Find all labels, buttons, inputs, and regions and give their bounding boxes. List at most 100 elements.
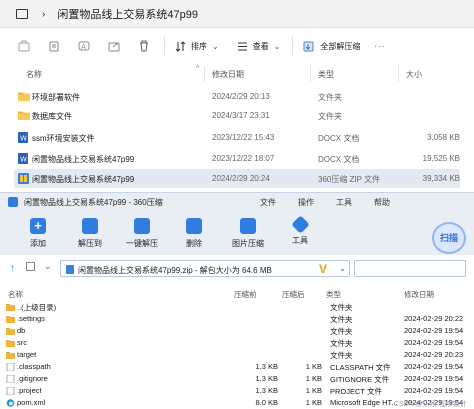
file-modified: 2024/2/29 20:24 (212, 174, 270, 183)
zip-toolbar: + 添加 解压到 一键解压 删除 图片压缩 工具 扫描 (0, 210, 474, 255)
column-type[interactable]: 类型 (326, 289, 341, 300)
entry-name: target (17, 350, 37, 359)
folder-icon (6, 340, 15, 347)
explorer-title: 闲置物品线上交易系统47p99 (57, 9, 198, 21)
zip-search-input[interactable] (354, 260, 466, 277)
dropdown-icon[interactable]: ⌄ (44, 261, 52, 272)
file-row[interactable]: W 闲置物品线上交易系统47p99 2023/12/22 18:07 DOCX … (14, 149, 460, 168)
sort-caret-icon: ^ (196, 65, 200, 72)
add-button[interactable]: + 添加 (14, 218, 62, 249)
column-name[interactable]: 名称 (26, 69, 42, 80)
file-type: DOCX 文档 (318, 134, 360, 143)
folder-up-icon (6, 304, 15, 311)
chevron-down-icon[interactable]: ⌄ (339, 264, 346, 273)
up-arrow-icon[interactable]: ↑ (10, 263, 15, 274)
tools-button[interactable]: 工具 (276, 215, 324, 246)
app-logo-icon (8, 197, 18, 207)
file-type: 文件夹 (318, 93, 342, 102)
zip-title-bar: 闲置物品线上交易系统47p99 - 360压缩 文件 操作 工具 帮助 (0, 193, 474, 210)
archive-row[interactable]: .project 1.3 KB 1 KB PROJECT 文件 2024-02-… (4, 385, 470, 397)
column-modified[interactable]: 修改日期 (404, 289, 434, 300)
image-compress-button[interactable]: 图片压缩 (224, 218, 272, 249)
entry-name: ..(上级目录) (17, 303, 57, 312)
one-click-extract-button[interactable]: 一键解压 (118, 218, 166, 249)
file-row-selected[interactable]: 闲置物品线上交易系统47p99 2024/2/29 20:24 360压缩 ZI… (14, 169, 460, 188)
entry-name: db (17, 326, 26, 335)
word-doc-icon: W (18, 132, 28, 143)
file-modified: 2024/2/29 20:13 (212, 92, 270, 101)
column-compressed[interactable]: 压缩前 (234, 289, 257, 300)
column-size[interactable]: 大小 (406, 69, 422, 80)
archive-row[interactable]: target 文件夹 2024-02-29 20:23 (4, 349, 470, 361)
menu-file[interactable]: 文件 (260, 197, 276, 208)
file-icon (6, 387, 15, 395)
column-type[interactable]: 类型 (318, 69, 334, 80)
scan-button[interactable]: 扫描 (432, 222, 466, 254)
extract-all-label: 全部解压缩 (320, 41, 361, 51)
cut-icon[interactable] (48, 40, 60, 52)
view-label: 查看 (252, 41, 269, 51)
file-name: 闲置物品线上交易系统47p99 (32, 175, 135, 184)
menu-help[interactable]: 帮助 (374, 197, 390, 208)
word-doc-icon: W (18, 153, 28, 164)
rename-icon[interactable]: A (78, 40, 90, 52)
share-icon[interactable] (108, 40, 120, 52)
file-explorer-window: › 闲置物品线上交易系统47p99 A 排序 ⌄ 查看 ⌄ 全部解压缩 ··· … (0, 0, 474, 192)
view-button[interactable]: 查看 ⌄ (237, 41, 280, 52)
file-row[interactable]: 数据库文件 2024/3/17 23:31 文件夹 (14, 106, 460, 125)
sort-button[interactable]: 排序 ⌄ (175, 40, 219, 52)
entry-packed: 1 KB (305, 374, 322, 383)
archive-row[interactable]: src 文件夹 2024-02-29 19:54 (4, 337, 470, 349)
archive-row[interactable]: .gitignore 1.3 KB 1 KB GITIGNORE 文件 2024… (4, 373, 470, 385)
view-icon (237, 42, 247, 50)
menu-tools[interactable]: 工具 (336, 197, 352, 208)
file-row[interactable]: 环境部署软件 2024/2/29 20:13 文件夹 (14, 87, 460, 106)
folder-icon (6, 316, 15, 323)
entry-modified: 2024-02-29 20:22 (404, 314, 464, 323)
file-modified: 2023/12/22 18:07 (212, 154, 275, 163)
sort-icon (175, 40, 186, 52)
extract-to-button[interactable]: 解压到 (66, 218, 114, 249)
add-icon: + (30, 218, 46, 234)
svg-text:W: W (20, 135, 27, 143)
watermark: CSDN @乐乐 程序设计 (394, 401, 467, 408)
entry-compressed: 1.3 KB (255, 386, 278, 395)
entry-type: Microsoft Edge HT... (330, 398, 398, 407)
new-item-icon[interactable] (18, 40, 30, 52)
explorer-toolbar: A 排序 ⌄ 查看 ⌄ 全部解压缩 ··· (0, 32, 474, 60)
explorer-column-header: ^ 名称 修改日期 类型 大小 (0, 65, 474, 82)
entry-type: 文件夹 (330, 327, 353, 336)
chevron-right-icon[interactable]: › (42, 9, 45, 20)
tools-icon (290, 215, 310, 234)
edge-browser-icon (6, 399, 15, 407)
svg-text:W: W (20, 156, 27, 164)
column-packed[interactable]: 压缩后 (282, 289, 305, 300)
tools-label: 工具 (292, 236, 308, 245)
more-options-icon[interactable]: ··· (374, 42, 385, 51)
entry-compressed: 1.3 KB (255, 362, 278, 371)
delete-button[interactable]: 删除 (170, 218, 218, 249)
entry-packed: 1 KB (305, 362, 322, 371)
archive-row[interactable]: ..(上级目录) 文件夹 (4, 301, 470, 313)
entry-modified: 2024-02-29 19:54 (404, 386, 464, 395)
zip-title: 闲置物品线上交易系统47p99 - 360压缩 (24, 198, 163, 207)
archive-row[interactable]: .classpath 1.3 KB 1 KB CLASSPATH 文件 2024… (4, 361, 470, 373)
delete-icon[interactable] (138, 40, 150, 52)
column-name[interactable]: 名称 (8, 289, 23, 300)
folder-icon (18, 92, 30, 101)
file-size: 3,058 KB (427, 133, 460, 142)
one-click-extract-icon (134, 218, 150, 234)
menu-operate[interactable]: 操作 (298, 197, 314, 208)
extract-all-button[interactable]: 全部解压缩 (303, 40, 360, 52)
view-mode-icon[interactable] (26, 262, 35, 271)
archive-path: 闲置物品线上交易系统47p99.zip - 解包大小为 64.6 MB (78, 266, 272, 275)
archive-row[interactable]: db 文件夹 2024-02-29 19:54 (4, 325, 470, 337)
archive-row[interactable]: .settings 文件夹 2024-02-29 20:22 (4, 313, 470, 325)
explorer-title-bar: › 闲置物品线上交易系统47p99 (0, 0, 474, 28)
window-icon (16, 9, 28, 19)
zip-address-bar: ↑ ⌄ 闲置物品线上交易系统47p99.zip - 解包大小为 64.6 MB … (0, 260, 474, 278)
column-modified[interactable]: 修改日期 (212, 69, 244, 80)
file-row[interactable]: W ssm环境安装文件 2023/12/22 15:43 DOCX 文档 3,0… (14, 128, 460, 147)
path-field[interactable]: 闲置物品线上交易系统47p99.zip - 解包大小为 64.6 MB V ⌄ (60, 260, 350, 277)
zip-archive-icon (66, 265, 74, 274)
